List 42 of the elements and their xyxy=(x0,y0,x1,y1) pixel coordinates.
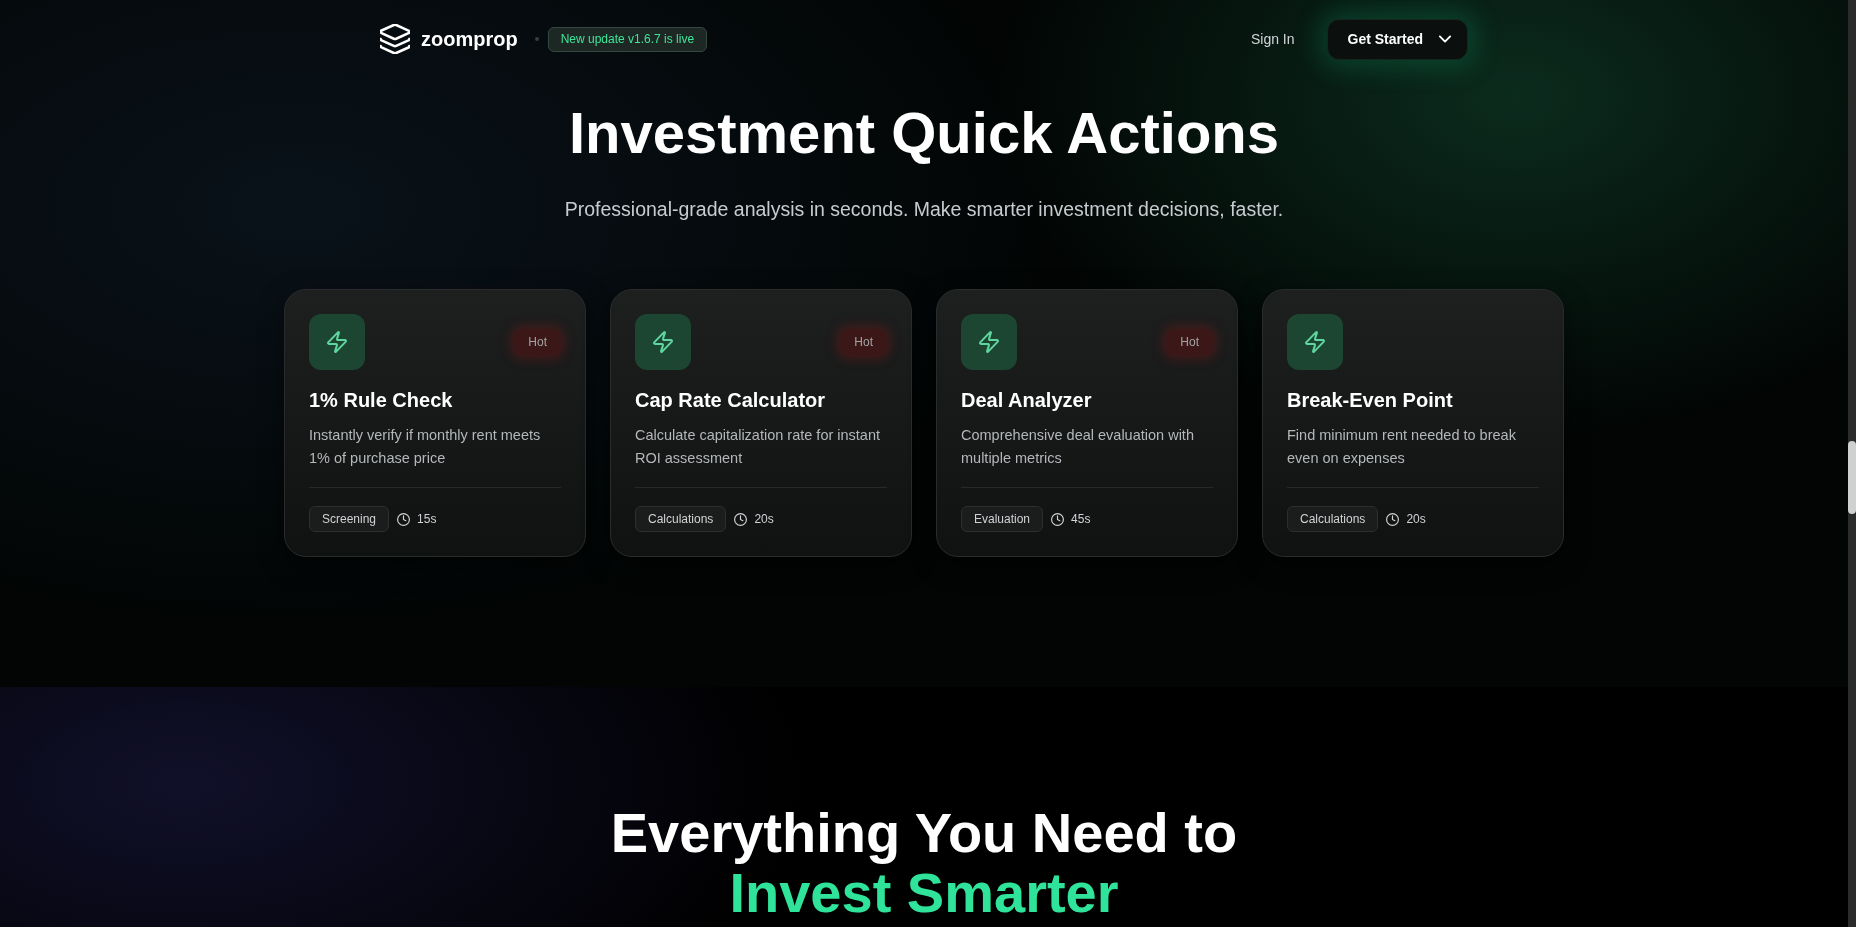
features-title: Everything You Need to xyxy=(610,803,1238,863)
hot-badge: Hot xyxy=(514,328,561,356)
clock-icon xyxy=(734,512,748,526)
sign-in-link[interactable]: Sign In xyxy=(1250,28,1295,50)
hot-badge: Hot xyxy=(1166,328,1213,356)
card-description: Find minimum rent needed to break even on expenses xyxy=(1287,426,1517,468)
action-card[interactable]: Hot Deal Analyzer Comprehensive deal evaluation with multiple metrics Evaluation 45s xyxy=(936,289,1238,557)
lightning-bolt-icon xyxy=(635,314,691,370)
lightning-bolt-icon xyxy=(1287,314,1343,370)
clock-icon xyxy=(1386,512,1400,526)
lightning-bolt-icon xyxy=(309,314,365,370)
card-description: Comprehensive deal evaluation with multiple metrics xyxy=(961,426,1195,468)
card-title: Deal Analyzer xyxy=(961,388,1092,413)
clock-icon xyxy=(397,512,411,526)
card-description: Calculate capitalization rate for instant ROI assessment xyxy=(635,426,882,468)
category-tag: Evaluation xyxy=(961,506,1044,532)
section-subtitle: Professional-grade analysis in seconds. Make smarter investment decisions, faster. xyxy=(564,197,1284,222)
duration-text: 20s xyxy=(1406,511,1426,528)
duration-text: 15s xyxy=(417,511,437,528)
action-card[interactable]: Hot Cap Rate Calculator Calculate capitalization rate for instant ROI assessment Calculations 20s xyxy=(610,289,912,557)
chevron-down-icon xyxy=(1439,35,1451,43)
logo[interactable]: zoomprop xyxy=(380,24,518,54)
card-title: 1% Rule Check xyxy=(309,388,453,413)
layers-icon xyxy=(380,24,410,54)
features-title-highlight: Invest Smarter xyxy=(729,863,1119,923)
section-title: Investment Quick Actions xyxy=(568,104,1280,162)
action-card[interactable]: Hot 1% Rule Check Instantly verify if monthly rent meets 1% of purchase price Screening 15s xyxy=(284,289,586,557)
clock-icon xyxy=(1051,512,1065,526)
card-description: Instantly verify if monthly rent meets 1% of purchase price xyxy=(309,426,542,468)
lightning-bolt-icon xyxy=(961,314,1017,370)
category-tag: Screening xyxy=(309,506,390,532)
category-tag: Calculations xyxy=(1287,506,1379,532)
category-tag: Calculations xyxy=(635,506,727,532)
duration-text: 45s xyxy=(1071,511,1091,528)
hot-badge: Hot xyxy=(840,328,887,356)
action-card[interactable]: Break-Even Point Find minimum rent needed to break even on expenses Calculations 20s xyxy=(1262,289,1564,557)
get-started-button[interactable]: Get Started xyxy=(1326,18,1468,60)
scrollbar-thumb[interactable] xyxy=(1848,441,1856,514)
update-badge: New update v1.6.7 is live xyxy=(547,26,708,52)
card-title: Cap Rate Calculator xyxy=(635,388,826,413)
card-title: Break-Even Point xyxy=(1287,388,1453,413)
duration-text: 20s xyxy=(754,511,774,528)
